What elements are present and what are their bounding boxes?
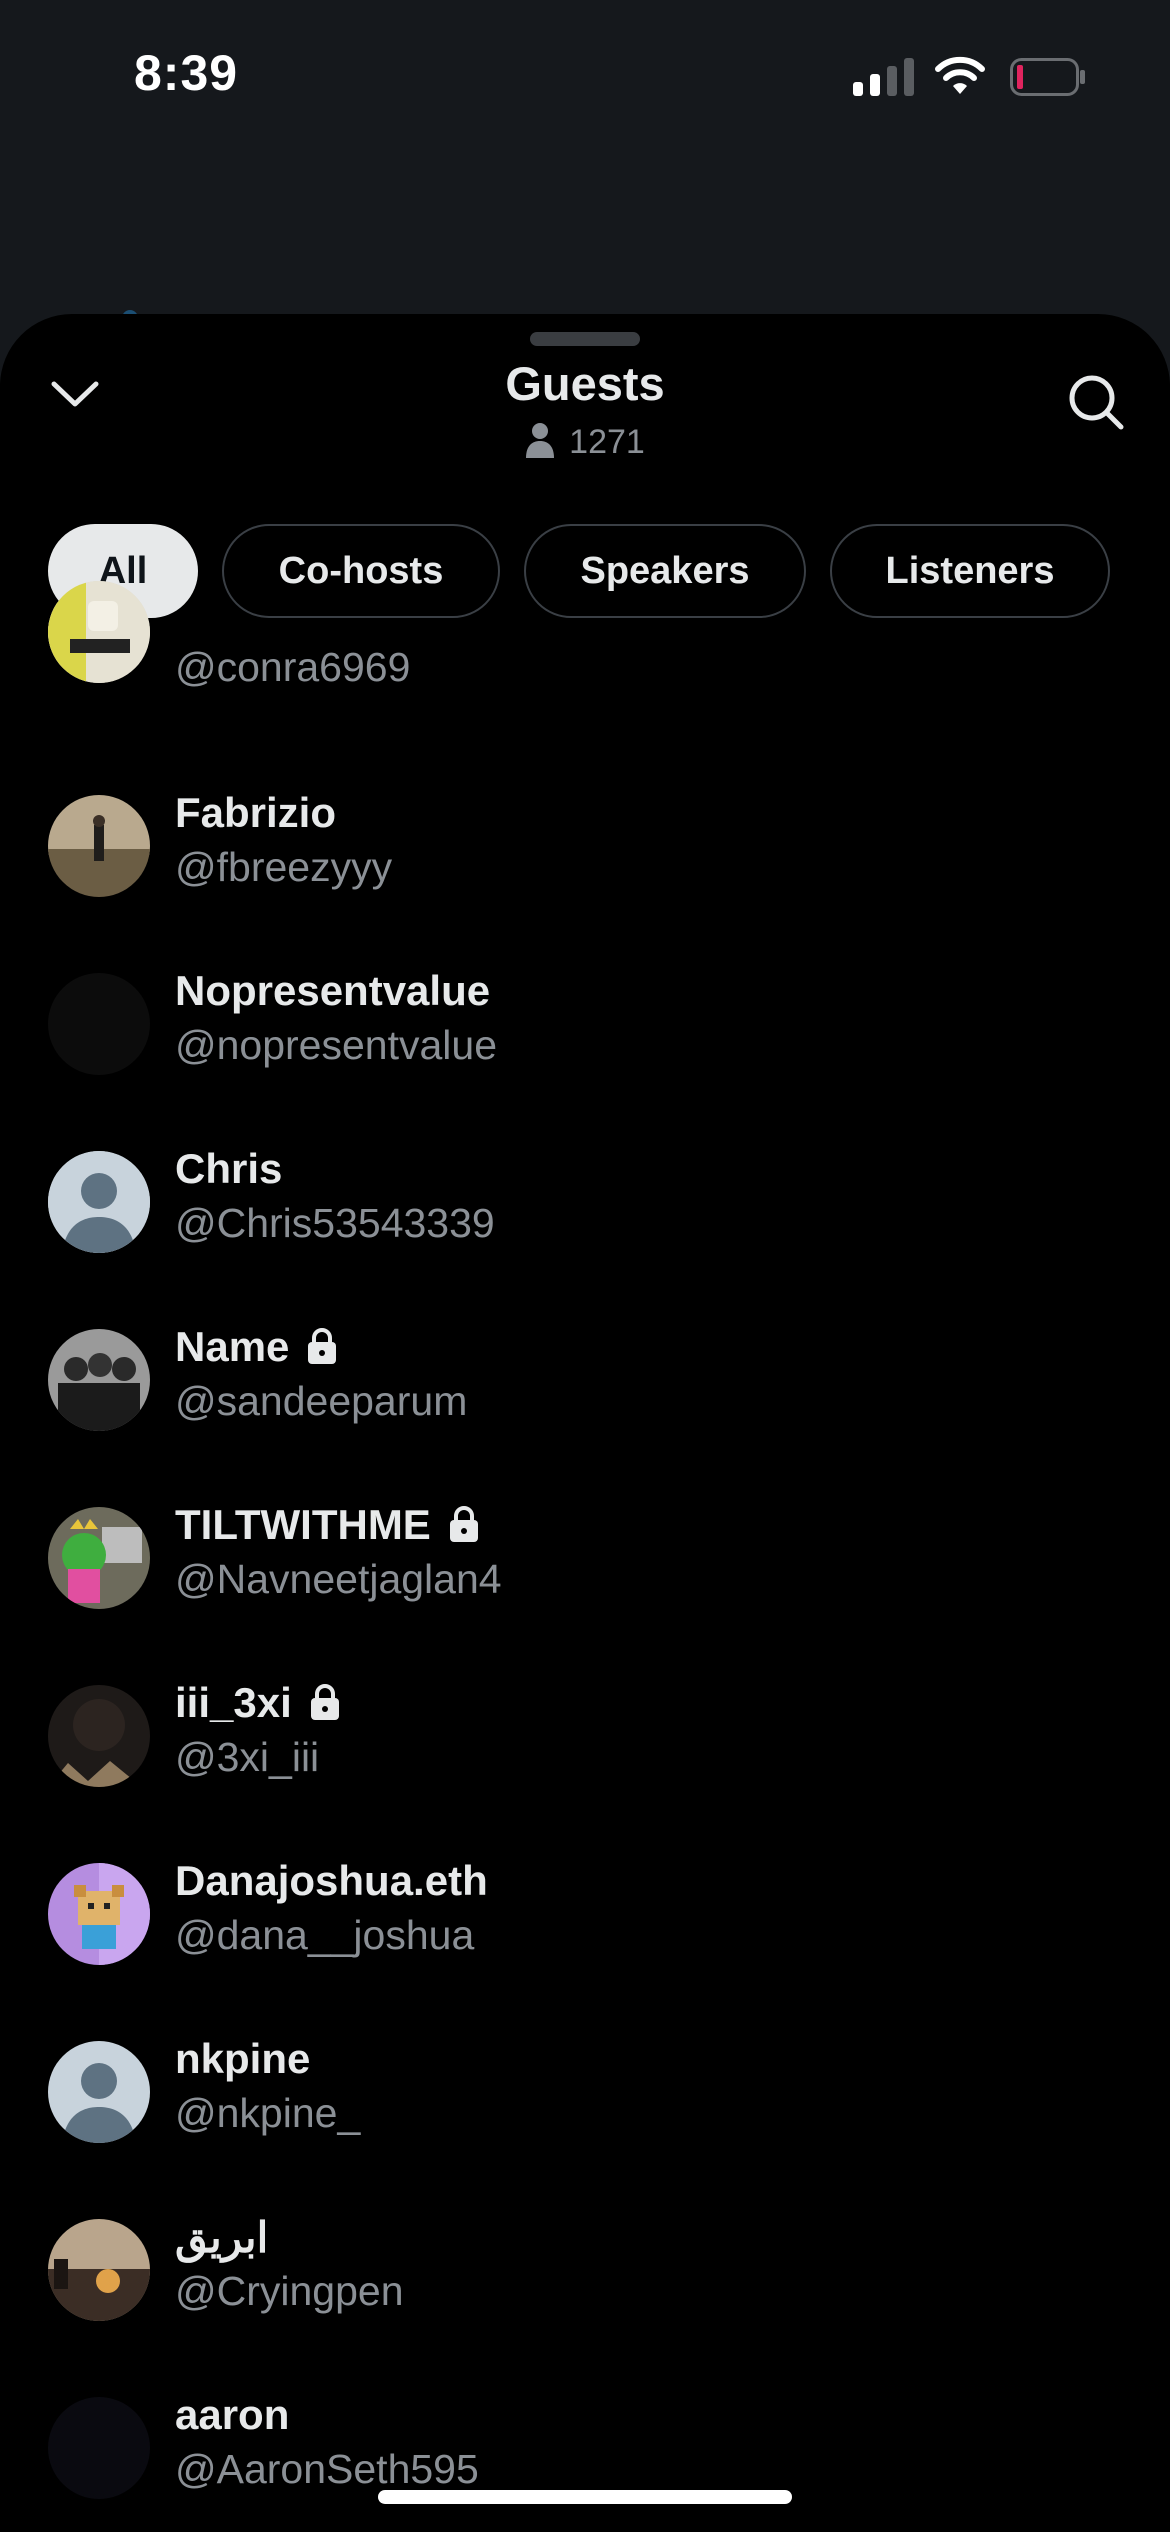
home-indicator[interactable] [378,2490,792,2504]
search-icon[interactable] [1066,372,1126,432]
guest-name: nkpine [175,2035,311,2082]
sheet-grabber[interactable] [530,332,640,346]
guest-name: aaron [175,2391,290,2438]
guest-row[interactable]: Danajoshua.eth @dana__joshua [0,1727,1170,1965]
guest-name: Name [175,1323,339,1371]
guest-row[interactable]: Fabrizio @fbreezyyy [0,659,1170,897]
guest-row[interactable]: ابريق @Cryingpen [0,2083,1170,2321]
lock-icon [308,1328,337,1364]
guest-name: Danajoshua.eth [175,1857,488,1904]
battery-icon [1010,58,1085,96]
avatar [48,2397,150,2499]
guest-name: iii_3xi [175,1679,342,1727]
guest-row[interactable]: Chris @Chris53543339 [0,1015,1170,1253]
guest-name: Nopresentvalue [175,967,491,1014]
guest-name: Chris [175,1145,283,1192]
wifi-icon [935,56,985,94]
guest-row[interactable]: nkpine @nkpine_ [0,1905,1170,2143]
sheet-title: Guests [505,357,665,410]
guest-name-text: iii_3xi [175,1679,292,1726]
guest-name-text: TILTWITHME [175,1501,431,1548]
background-timeline-header [0,150,1170,410]
guest-name: ابريق [175,2214,269,2261]
person-icon [526,423,555,458]
listener-count: 1271 [0,422,1170,462]
guest-row[interactable]: TILTWITHME @Navneetjaglan4 [0,1371,1170,1609]
guest-row[interactable]: iii_3xi @3xi_iii [0,1549,1170,1787]
guest-row[interactable]: aaron @AaronSeth595 [0,2261,1170,2499]
lock-icon [449,1506,478,1542]
guests-sheet: Guests 1271 All Co-hosts Speakers Listen… [0,314,1170,2532]
lock-icon [310,1684,339,1720]
guest-handle: @AaronSeth595 [175,2446,479,2492]
status-bar: 8:39 [0,0,1170,150]
listener-count-value: 1271 [569,423,645,461]
guest-row[interactable]: Nopresentvalue @nopresentvalue [0,837,1170,1075]
guest-name: Fabrizio [175,789,337,836]
status-time: 8:39 [134,45,239,101]
cellular-signal-icon [853,58,915,96]
guest-name: TILTWITHME [175,1501,481,1549]
guest-name-text: Name [175,1323,290,1370]
guest-row[interactable]: Name @sandeeparum [0,1193,1170,1431]
